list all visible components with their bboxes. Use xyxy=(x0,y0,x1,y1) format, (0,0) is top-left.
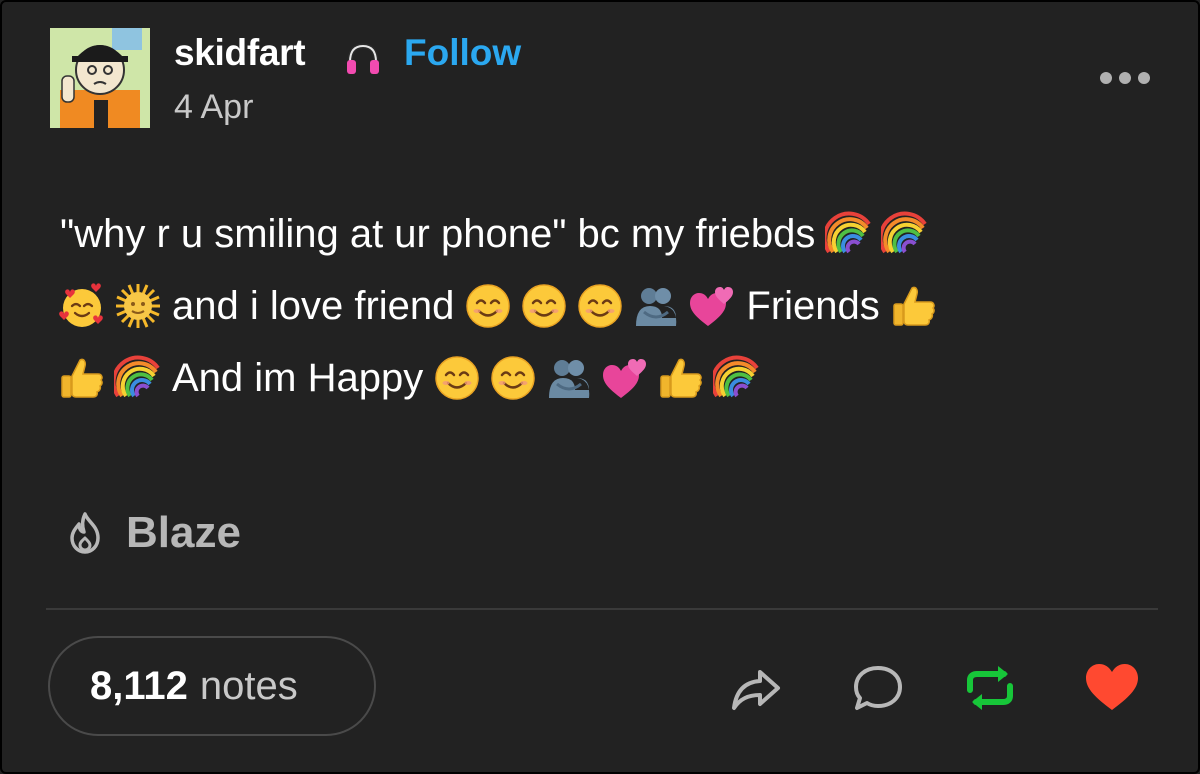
smiling-face-emoji xyxy=(433,354,481,402)
two-hearts-emoji xyxy=(688,282,736,330)
rainbow-emoji xyxy=(114,354,162,402)
blaze-label: Blaze xyxy=(126,508,241,557)
post-body: "why r u smiling at ur phone" bc my frie… xyxy=(54,198,1164,414)
thumbs-up-emoji xyxy=(58,354,106,402)
rainbow-emoji xyxy=(881,210,929,258)
smiling-face-emoji xyxy=(520,282,568,330)
post-text: "why r u smiling at ur phone" bc my frie… xyxy=(60,212,816,256)
reply-icon[interactable] xyxy=(848,658,908,718)
smiling-face-emoji xyxy=(464,282,512,330)
post-card: skidfart Follow 4 Apr "why r u smiling a… xyxy=(0,0,1200,774)
smiling-face-emoji xyxy=(489,354,537,402)
post-text: Friends xyxy=(746,284,880,328)
share-icon[interactable] xyxy=(726,658,786,718)
notes-button[interactable]: 8,112 notes xyxy=(48,636,376,736)
notes-label: notes xyxy=(199,663,298,708)
rainbow-emoji xyxy=(713,354,761,402)
headphones-icon xyxy=(344,40,382,78)
like-icon[interactable] xyxy=(1082,658,1142,718)
divider xyxy=(46,608,1158,610)
more-options-icon[interactable] xyxy=(1100,66,1164,90)
notes-count: 8,112 xyxy=(90,663,188,708)
post-date: 4 Apr xyxy=(174,88,254,126)
thumbs-up-emoji xyxy=(890,282,938,330)
flame-icon xyxy=(62,510,108,556)
post-line: And im Happy xyxy=(54,342,1164,414)
post-line: "why r u smiling at ur phone" bc my frie… xyxy=(54,198,1164,270)
reblog-icon[interactable] xyxy=(960,658,1020,718)
sun-with-face-emoji xyxy=(114,282,162,330)
smiling-face-with-hearts-emoji xyxy=(58,282,106,330)
smiling-face-emoji xyxy=(576,282,624,330)
avatar[interactable] xyxy=(50,28,150,128)
post-line: and i love friend Friends xyxy=(54,270,1164,342)
rainbow-emoji xyxy=(825,210,873,258)
thumbs-up-emoji xyxy=(657,354,705,402)
post-text: and i love friend xyxy=(172,284,455,328)
follow-button[interactable]: Follow xyxy=(404,32,521,74)
two-hearts-emoji xyxy=(601,354,649,402)
hug-emoji xyxy=(632,282,680,330)
blaze-button[interactable]: Blaze xyxy=(62,508,241,558)
hug-emoji xyxy=(545,354,593,402)
author-name[interactable]: skidfart xyxy=(174,32,306,74)
post-text: And im Happy xyxy=(172,356,424,400)
